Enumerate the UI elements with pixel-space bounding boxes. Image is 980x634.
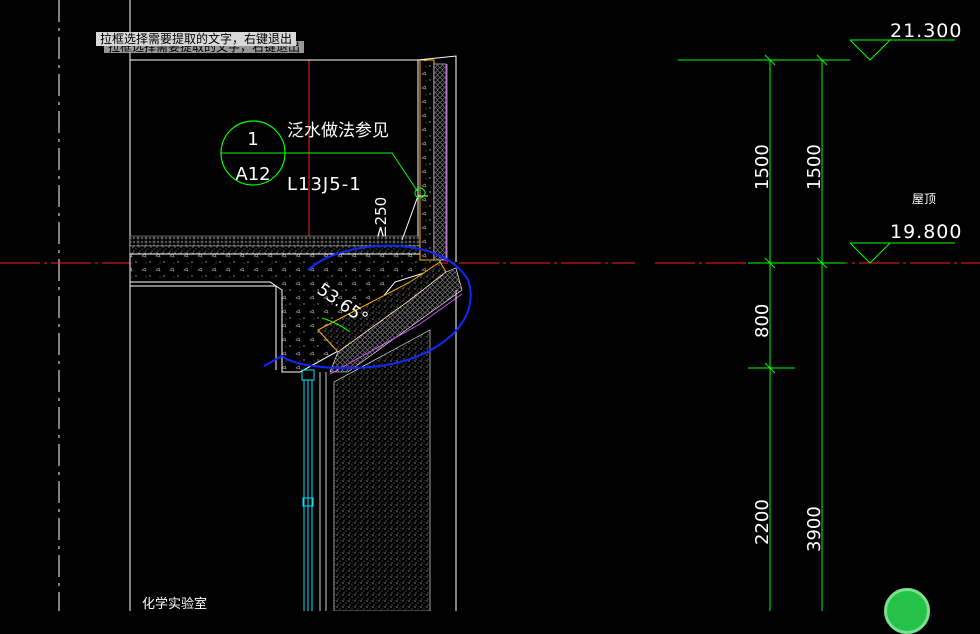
callout-reference: L13J5-1 [287,174,362,195]
callout-number: 1 [247,129,258,150]
cad-drawing-canvas[interactable]: 1 A12 泛水做法参见 L13J5-1 ≥250 53.65° 化学实验室 2… [0,0,980,611]
exterior-wall [333,329,431,611]
callout-sheet: A12 [235,164,270,185]
ceiling-line [130,285,277,370]
min-height-label: ≥250 [372,197,390,238]
elevation-roof-value: 19.800 [890,221,962,243]
elevation-marker-roof [849,242,955,264]
window-frame [301,369,327,611]
dim-outer-1: 1500 [804,144,825,190]
callout-note: 泛水做法参见 [287,121,389,141]
elevation-top-value: 21.300 [890,20,962,42]
hint-tooltip: 拉框选择需要提取的文字，右键退出 [96,32,297,46]
status-float-icon[interactable] [884,588,930,634]
room-name-label: 化学实验室 [142,596,207,611]
dim-outer-2: 3900 [804,506,825,552]
parapet-foam [433,63,447,261]
elevation-marker-top [849,39,955,61]
parapet-insulation [419,59,435,261]
detail-callout[interactable]: 1 A12 泛水做法参见 L13J5-1 [220,120,419,195]
elevation-roof-label: 屋顶 [912,192,936,206]
roof-screed-layer [129,245,431,255]
dim-inner-2: 800 [752,304,773,338]
dim-inner-1: 1500 [752,144,773,190]
dim-inner-3: 2200 [752,499,773,545]
